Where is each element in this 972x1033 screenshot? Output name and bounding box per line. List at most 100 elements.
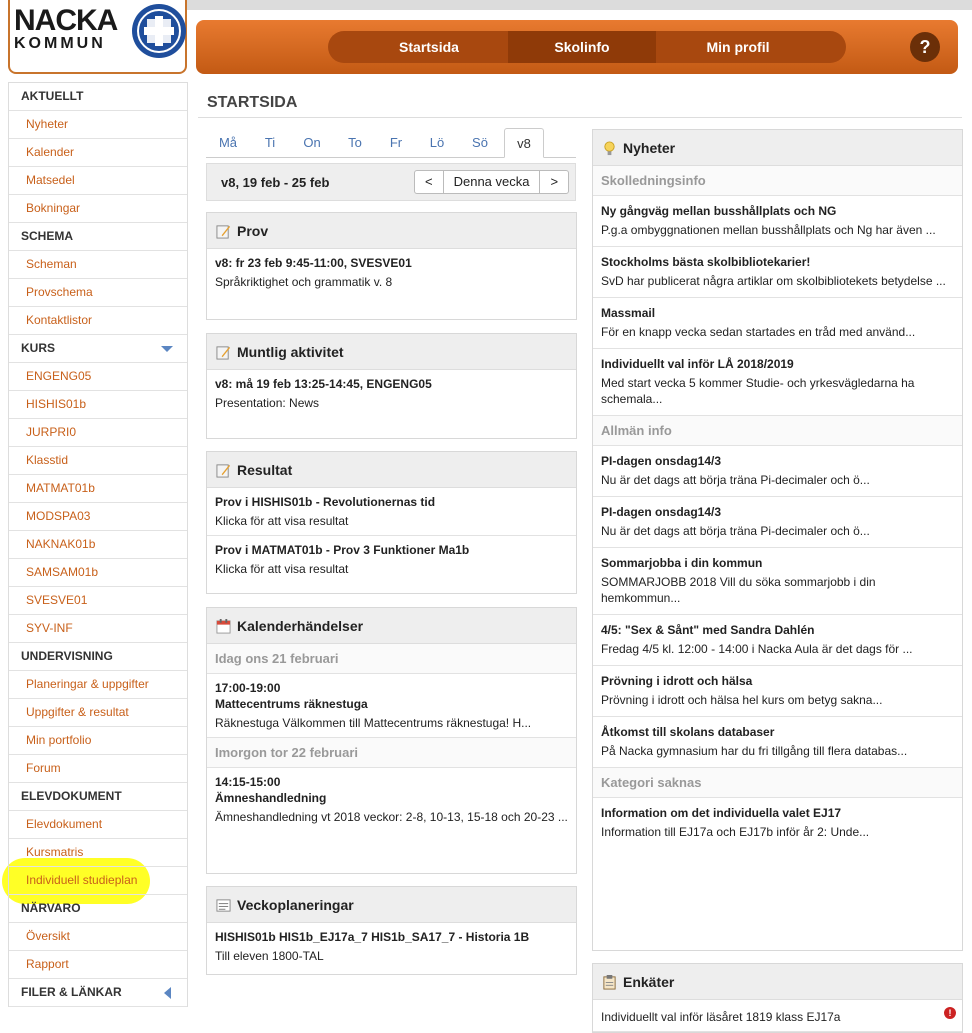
list-item[interactable]: PI-dagen onsdag14/3 Nu är det dags att bö… (593, 446, 962, 497)
help-button[interactable]: ? (910, 32, 940, 62)
list-item[interactable]: 4/5: "Sex & Sånt" med Sandra Dahlén Freda… (593, 615, 962, 666)
prev-week-button[interactable]: < (415, 171, 444, 193)
sidebar-item-18[interactable]: SVESVE01 (9, 587, 187, 615)
sidebar-label: Rapport (26, 957, 69, 971)
list-item[interactable]: Sommarjobba i din kommun SOMMARJOBB 2018 … (593, 548, 962, 615)
sidebar-item-28[interactable]: Individuell studieplan (9, 867, 187, 895)
logo-text-nacka: NACKA (14, 4, 118, 37)
sidebar-item-11[interactable]: HISHIS01b (9, 391, 187, 419)
nyheter-title: Nyheter (623, 140, 676, 156)
item-desc: Information till EJ17a och EJ17b inför å… (601, 825, 870, 839)
list-item[interactable]: Individuellt val inför LÅ 2018/2019 Med s… (593, 349, 962, 416)
list-item[interactable]: Prövning i idrott och hälsa Prövning i i… (593, 666, 962, 717)
note-edit-icon (216, 225, 231, 239)
sidebar-item-24[interactable]: Forum (9, 755, 187, 783)
item-desc: Presentation: News (215, 396, 320, 410)
sidebar-item-10[interactable]: ENGENG05 (9, 363, 187, 391)
sidebar-item-16[interactable]: NAKNAK01b (9, 531, 187, 559)
enkat-item[interactable]: Individuellt val inför läsåret 1819 klas… (593, 1000, 962, 1032)
expand-down-icon[interactable] (161, 346, 173, 352)
nav-startsida[interactable]: Startsida (353, 31, 505, 63)
sidebar-item-15[interactable]: MODSPA03 (9, 503, 187, 531)
resultat-header: Resultat (207, 452, 576, 488)
item-desc: Nu är det dags att börja träna Pi-decima… (601, 473, 870, 487)
week-bar: v8, 19 feb - 25 feb < Denna vecka > (206, 163, 576, 201)
sidebar-item-30[interactable]: Översikt (9, 923, 187, 951)
nav-min-profil[interactable]: Min profil (658, 31, 818, 63)
day-tab-1[interactable]: Ti (250, 128, 290, 158)
list-item[interactable]: v8: må 19 feb 13:25-14:45, ENGENG05 Prese… (207, 370, 576, 417)
sidebar-heading-0: AKTUELLT (9, 83, 187, 111)
sidebar-item-17[interactable]: SAMSAM01b (9, 559, 187, 587)
sidebar-item-19[interactable]: SYV-INF (9, 615, 187, 643)
kalender-header: Kalenderhändelser (207, 608, 576, 644)
day-tab-0[interactable]: Må (208, 128, 248, 158)
sidebar-label: NÄRVARO (21, 901, 81, 915)
alert-icon: ! (944, 1007, 956, 1019)
list-item[interactable]: Prov i MATMAT01b - Prov 3 Funktioner Ma1… (207, 536, 576, 583)
sidebar-label: AKTUELLT (21, 89, 84, 103)
day-tab-5[interactable]: Lö (417, 128, 457, 158)
group-heading: Kategori saknas (593, 768, 962, 798)
sidebar-item-22[interactable]: Uppgifter & resultat (9, 699, 187, 727)
item-title: Prov i MATMAT01b - Prov 3 Funktioner Ma1… (215, 543, 470, 557)
sidebar-item-1[interactable]: Nyheter (9, 111, 187, 139)
nav-skolinfo[interactable]: Skolinfo (508, 31, 656, 63)
sidebar-item-4[interactable]: Bokningar (9, 195, 187, 223)
note-edit-icon (216, 346, 231, 360)
enkat-text: Individuellt val inför läsåret 1819 klas… (601, 1010, 841, 1024)
sidebar-item-3[interactable]: Matsedel (9, 167, 187, 195)
collapse-left-icon[interactable] (164, 987, 171, 999)
sidebar-item-27[interactable]: Kursmatris (9, 839, 187, 867)
day-tab-4[interactable]: Fr (376, 128, 416, 158)
item-title: HISHIS01b HIS1b_EJ17a_7 HIS1b_SA17_7 - H… (215, 930, 530, 944)
nacka-logo[interactable]: NACKA KOMMUN (8, 0, 187, 74)
sidebar-item-7[interactable]: Provschema (9, 279, 187, 307)
item-desc: På Nacka gymnasium har du fri tillgång t… (601, 744, 908, 758)
sidebar-item-23[interactable]: Min portfolio (9, 727, 187, 755)
list-item[interactable]: v8: fr 23 feb 9:45-11:00, SVESVE01 Språkr… (207, 249, 576, 296)
sidebar-item-8[interactable]: Kontaktlistor (9, 307, 187, 335)
day-tab-7[interactable]: v8 (504, 128, 544, 158)
item-title: Sommarjobba i din kommun (601, 556, 763, 570)
list-item[interactable]: Åtkomst till skolans databaser På Nacka g… (593, 717, 962, 768)
next-week-button[interactable]: > (540, 171, 568, 193)
list-item[interactable]: Ny gångväg mellan busshållplats och NG P.… (593, 196, 962, 247)
list-item[interactable]: Information om det individuella valet EJ… (593, 798, 962, 848)
sidebar-label: Klasstid (26, 453, 69, 467)
sidebar-item-2[interactable]: Kalender (9, 139, 187, 167)
prov-title: Prov (237, 223, 269, 239)
list-item[interactable]: Stockholms bästa skolbibliotekarier! SvD … (593, 247, 962, 298)
list-item[interactable]: Massmail För en knapp vecka sedan startad… (593, 298, 962, 349)
list-item[interactable]: PI-dagen onsdag14/3 Nu är det dags att bö… (593, 497, 962, 548)
group-heading: Idag ons 21 februari (207, 644, 576, 674)
item-title: Ny gångväg mellan busshållplats och NG (601, 204, 837, 218)
resultat-list[interactable]: Prov i HISHIS01b - Revolutionernas tid Kl… (207, 488, 576, 583)
day-tab-6[interactable]: Sö (460, 128, 500, 158)
item-desc: Språkriktighet och grammatik v. 8 (215, 275, 393, 289)
this-week-button[interactable]: Denna vecka (444, 171, 541, 193)
sidebar-label: Provschema (26, 285, 93, 299)
sidebar-label: Elevdokument (26, 817, 103, 831)
sidebar-item-14[interactable]: MATMAT01b (9, 475, 187, 503)
sidebar-item-12[interactable]: JURPRI0 (9, 419, 187, 447)
sidebar-item-13[interactable]: Klasstid (9, 447, 187, 475)
list-item[interactable]: HISHIS01b HIS1b_EJ17a_7 HIS1b_SA17_7 - H… (207, 923, 576, 970)
sidebar-label: Kontaktlistor (26, 313, 93, 327)
item-title: Information om det individuella valet EJ… (601, 806, 842, 820)
sidebar-item-31[interactable]: Rapport (9, 951, 187, 979)
sidebar-label: SAMSAM01b (26, 565, 99, 579)
sidebar-label: JURPRI0 (26, 425, 77, 439)
sidebar-item-26[interactable]: Elevdokument (9, 811, 187, 839)
list-item[interactable]: Prov i HISHIS01b - Revolutionernas tid Kl… (207, 488, 576, 536)
top-strip (186, 0, 972, 10)
kalender-box: Kalenderhändelser Idag ons 21 februari 17… (206, 607, 577, 874)
sidebar-item-21[interactable]: Planeringar & uppgifter (9, 671, 187, 699)
calendar-icon (216, 619, 231, 634)
day-tab-2[interactable]: On (292, 128, 332, 158)
day-tab-3[interactable]: To (335, 128, 375, 158)
sidebar-item-6[interactable]: Scheman (9, 251, 187, 279)
list-item[interactable]: 14:15-15:00 Ämneshandledning Ämneshandledn… (207, 768, 576, 831)
sidebar-label: KURS (21, 341, 56, 355)
list-item[interactable]: 17:00-19:00 Mattecentrums räknestuga Räkne… (207, 674, 576, 738)
